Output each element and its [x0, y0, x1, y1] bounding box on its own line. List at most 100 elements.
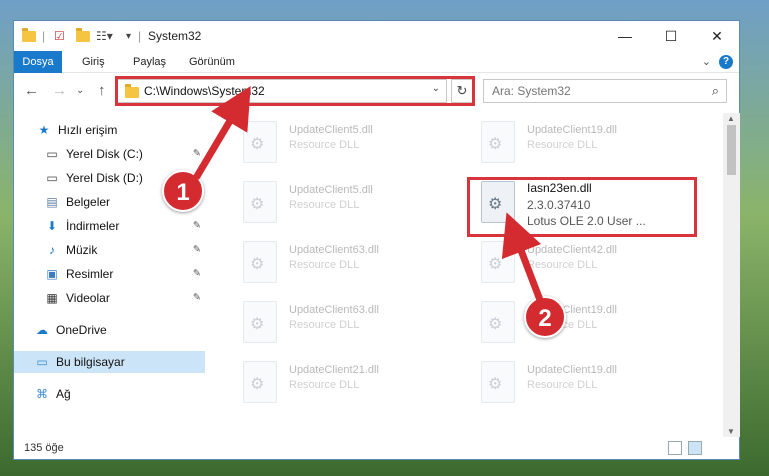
file-icon: [481, 361, 515, 403]
file-icon: [243, 121, 277, 163]
star-icon: ★: [38, 123, 50, 137]
list-item[interactable]: UpdateClient21.dll Resource DLL: [229, 357, 459, 407]
tab-share[interactable]: Paylaş: [123, 51, 176, 73]
new-folder-icon[interactable]: [76, 26, 90, 46]
sidebar-item-label: OneDrive: [56, 323, 107, 337]
scroll-down-icon[interactable]: ▼: [727, 427, 735, 436]
pin-icon[interactable]: ✏: [189, 291, 203, 305]
search-box[interactable]: ⌕: [483, 79, 727, 103]
item-count: 135 öğe: [24, 442, 64, 454]
list-item[interactable]: UpdateClient63.dll Resource DLL: [229, 297, 459, 347]
back-arrow-icon[interactable]: ←: [24, 82, 39, 99]
computer-icon: ▭: [36, 355, 48, 369]
step-badge-2: 2: [524, 296, 566, 338]
sidebar-item-label: Ağ: [56, 387, 71, 401]
video-icon: ▦: [46, 291, 58, 305]
quick-access-dropdown-icon[interactable]: ▾: [126, 26, 131, 46]
file-name: UpdateClient63.dll: [289, 244, 379, 256]
maximize-button[interactable]: ☐: [648, 21, 694, 51]
file-icon: [243, 301, 277, 343]
drive-icon: ▭: [46, 147, 58, 161]
window-title: System32: [148, 29, 202, 43]
ribbon: Dosya Giriş Paylaş Görünüm ⌄ ?: [14, 51, 739, 73]
sidebar-item-network[interactable]: ⌘ Ağ: [14, 383, 205, 405]
file-description: Resource DLL: [527, 379, 598, 391]
forward-arrow-icon[interactable]: →: [52, 82, 67, 99]
music-icon: ♪: [49, 243, 55, 257]
navigation-pane: ★ Hızlı erişim ▭ Yerel Disk (C:) ✏ ▭ Yer…: [14, 113, 205, 437]
list-item[interactable]: UpdateClient19.dll Resource DLL: [467, 357, 697, 407]
address-highlight-box: [115, 76, 475, 106]
sidebar-item-videos[interactable]: ▦ Videolar ✏: [14, 287, 205, 309]
file-highlight-box: [467, 177, 697, 237]
sidebar-item-label: Resimler: [66, 267, 114, 281]
details-view-icon[interactable]: [668, 441, 682, 455]
close-button[interactable]: ✕: [694, 21, 740, 51]
expand-ribbon-icon[interactable]: ⌄: [702, 55, 711, 68]
tab-file[interactable]: Dosya: [14, 51, 62, 73]
help-button[interactable]: ?: [719, 55, 733, 69]
list-item[interactable]: UpdateClient42.dll Resource DLL: [467, 237, 697, 287]
sidebar-item-onedrive[interactable]: ☁ OneDrive: [14, 319, 205, 341]
file-icon: [243, 181, 277, 223]
file-description: Resource DLL: [289, 319, 360, 331]
scrollbar-thumb[interactable]: [727, 125, 736, 175]
list-item[interactable]: UpdateClient19.dll Resource DLL: [467, 297, 697, 347]
scroll-up-icon[interactable]: ▲: [727, 114, 735, 123]
sidebar-item-pictures[interactable]: ▣ Resimler ✏: [14, 263, 205, 285]
file-icon: [243, 241, 277, 283]
pin-icon[interactable]: ✏: [189, 267, 203, 281]
tab-view[interactable]: Görünüm: [179, 51, 245, 73]
explorer-window: | ☑ ☷▾ ▾ | System32 — ☐ ✕ Dosya Giriş Pa…: [13, 20, 740, 460]
pictures-icon: ▣: [46, 267, 58, 281]
status-bar: 135 öğe: [14, 437, 739, 461]
large-icons-view-icon[interactable]: [688, 441, 702, 455]
minimize-button[interactable]: —: [602, 21, 648, 51]
sidebar-item-label: Hızlı erişim: [58, 123, 118, 137]
file-icon: [481, 241, 515, 283]
sidebar-item-label: Yerel Disk (C:): [66, 147, 143, 161]
drive-icon: ▭: [46, 171, 58, 185]
list-item[interactable]: UpdateClient63.dll Resource DLL: [229, 237, 459, 287]
file-name: UpdateClient19.dll: [527, 124, 617, 136]
folder-icon: [22, 26, 36, 46]
sidebar-item-this-pc[interactable]: ▭ Bu bilgisayar: [14, 351, 205, 373]
download-icon: ⬇: [46, 219, 58, 233]
file-name: UpdateClient5.dll: [289, 124, 373, 136]
file-name: UpdateClient42.dll: [527, 244, 617, 256]
list-item[interactable]: UpdateClient19.dll Resource DLL: [467, 117, 697, 167]
file-name: UpdateClient5.dll: [289, 184, 373, 196]
file-icon: [481, 301, 515, 343]
separator: |: [42, 29, 46, 43]
sidebar-item-label: Belgeler: [66, 195, 111, 209]
sidebar-item-label: İndirmeler: [66, 219, 120, 233]
recent-locations-icon[interactable]: ⌄: [76, 85, 84, 96]
pin-icon[interactable]: ✏: [189, 147, 203, 161]
tab-home[interactable]: Giriş: [72, 51, 115, 73]
sidebar-item-label: Videolar: [66, 291, 110, 305]
list-item[interactable]: UpdateClient5.dll Resource DLL: [229, 117, 459, 167]
file-icon: [243, 361, 277, 403]
sidebar-item-music[interactable]: ♪ Müzik ✏: [14, 239, 205, 261]
sidebar-item-label: Yerel Disk (D:): [66, 171, 143, 185]
pin-icon[interactable]: ✏: [189, 219, 203, 233]
search-icon[interactable]: ⌕: [712, 83, 719, 99]
customize-icon[interactable]: ☷▾: [96, 26, 113, 46]
up-arrow-icon[interactable]: ↑: [98, 82, 106, 99]
file-description: Resource DLL: [289, 199, 360, 211]
pin-icon[interactable]: ✏: [189, 243, 203, 257]
file-name: UpdateClient19.dll: [527, 364, 617, 376]
list-item[interactable]: UpdateClient5.dll Resource DLL: [229, 177, 459, 227]
file-description: Resource DLL: [289, 259, 360, 271]
properties-icon[interactable]: ☑: [54, 26, 65, 46]
vertical-scrollbar[interactable]: ▲ ▼: [723, 113, 740, 437]
sidebar-item-drive-c[interactable]: ▭ Yerel Disk (C:) ✏: [14, 143, 205, 165]
document-icon: ▤: [46, 195, 58, 209]
file-description: Resource DLL: [527, 259, 598, 271]
title-bar: | ☑ ☷▾ ▾ | System32 — ☐ ✕: [14, 21, 739, 51]
separator: |: [138, 29, 142, 43]
sidebar-item-downloads[interactable]: ⬇ İndirmeler ✏: [14, 215, 205, 237]
sidebar-item-label: Müzik: [66, 243, 98, 257]
search-input[interactable]: [492, 84, 692, 98]
sidebar-item-quick-access[interactable]: ★ Hızlı erişim: [14, 119, 205, 141]
